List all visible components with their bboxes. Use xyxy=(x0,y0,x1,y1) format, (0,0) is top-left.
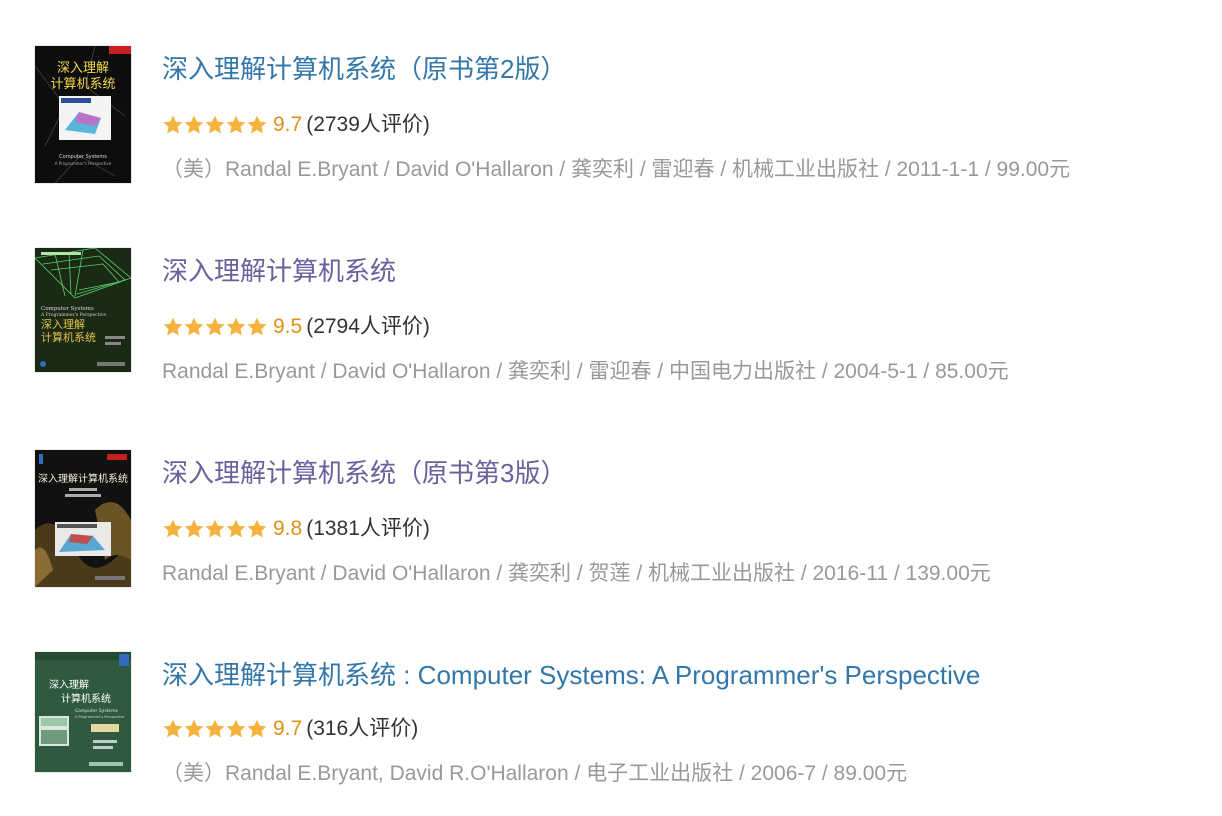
star-icon xyxy=(226,115,246,134)
book-title-link[interactable]: 深入理解计算机系统（原书第3版） xyxy=(162,457,566,489)
star-icon xyxy=(163,317,183,336)
star-icon xyxy=(247,317,267,336)
star-icon xyxy=(205,317,225,336)
star-icon xyxy=(205,519,225,538)
book-cover-image: 深入理解 计算机系统 Computer Systems A Programmer… xyxy=(35,652,131,772)
star-icon xyxy=(226,519,246,538)
book-cover-image: 深入理解计算机系统 xyxy=(35,450,131,587)
star-icon xyxy=(184,115,204,134)
rating-score: 9.5 xyxy=(273,315,303,338)
svg-text:计算机系统: 计算机系统 xyxy=(41,330,96,344)
svg-text:深入理解计算机系统: 深入理解计算机系统 xyxy=(38,472,128,485)
star-icon xyxy=(247,719,267,738)
star-icon xyxy=(247,115,267,134)
book-item: 深入理解 计算机系统 Computer Systems A Programmer… xyxy=(0,44,1222,194)
publication-info: Randal E.Bryant / David O'Hallaron / 龚奕利… xyxy=(162,360,1009,383)
book-cover-image: 深入理解 计算机系统 Computer Systems A Programmer… xyxy=(35,46,131,183)
star-rating xyxy=(162,718,267,740)
svg-text:A Programmer's Perspective: A Programmer's Perspective xyxy=(55,161,112,166)
svg-text:Computer Systems: Computer Systems xyxy=(41,306,94,312)
star-icon xyxy=(205,719,225,738)
rating-row: 9.7 (2739人评价) xyxy=(162,112,430,138)
rating-score: 9.7 xyxy=(273,113,303,136)
star-rating xyxy=(162,316,267,338)
star-icon xyxy=(226,317,246,336)
book-cover[interactable]: Computer Systems A Programmer's Perspect… xyxy=(35,248,131,372)
star-rating xyxy=(162,518,267,540)
rating-count: (1381人评价) xyxy=(306,517,430,540)
star-icon xyxy=(226,719,246,738)
rating-row: 9.5 (2794人评价) xyxy=(162,314,430,340)
svg-text:Computer Systems: Computer Systems xyxy=(59,154,107,160)
star-icon xyxy=(163,519,183,538)
publication-info: （美）Randal E.Bryant / David O'Hallaron / … xyxy=(162,158,1071,181)
book-item: Computer Systems A Programmer's Perspect… xyxy=(0,246,1222,396)
rating-count: (316人评价) xyxy=(306,717,419,740)
star-icon xyxy=(247,519,267,538)
star-icon xyxy=(184,317,204,336)
rating-count: (2794人评价) xyxy=(306,315,430,338)
svg-text:计算机系统: 计算机系统 xyxy=(50,77,115,92)
book-cover-image: Computer Systems A Programmer's Perspect… xyxy=(35,248,131,372)
star-icon xyxy=(163,719,183,738)
star-icon xyxy=(184,719,204,738)
publication-info: Randal E.Bryant / David O'Hallaron / 龚奕利… xyxy=(162,562,991,585)
svg-text:A Programmer's Perspective: A Programmer's Perspective xyxy=(75,715,124,719)
rating-row: 9.8 (1381人评价) xyxy=(162,516,430,542)
svg-text:深入理解: 深入理解 xyxy=(49,678,89,691)
svg-text:Computer Systems: Computer Systems xyxy=(75,708,119,714)
rating-count: (2739人评价) xyxy=(306,113,430,136)
book-title-link[interactable]: 深入理解计算机系统 : Computer Systems: A Programm… xyxy=(162,659,980,691)
star-rating xyxy=(162,114,267,136)
book-item: 深入理解计算机系统 深入理解计算机系统（原书第3版） 9.8 (1381人评价)… xyxy=(0,448,1222,598)
book-title-link[interactable]: 深入理解计算机系统（原书第2版） xyxy=(162,53,566,85)
star-icon xyxy=(184,519,204,538)
star-icon xyxy=(163,115,183,134)
rating-score: 9.8 xyxy=(273,517,303,540)
book-cover[interactable]: 深入理解 计算机系统 Computer Systems A Programmer… xyxy=(35,46,131,183)
book-cover[interactable]: 深入理解 计算机系统 Computer Systems A Programmer… xyxy=(35,652,131,772)
publication-info: （美）Randal E.Bryant, David R.O'Hallaron /… xyxy=(162,762,908,785)
svg-text:计算机系统: 计算机系统 xyxy=(61,692,111,705)
star-icon xyxy=(205,115,225,134)
rating-row: 9.7 (316人评价) xyxy=(162,716,418,742)
svg-text:深入理解: 深入理解 xyxy=(57,61,109,76)
book-title-link[interactable]: 深入理解计算机系统 xyxy=(162,255,396,287)
rating-score: 9.7 xyxy=(273,717,303,740)
svg-text:深入理解: 深入理解 xyxy=(41,317,85,331)
book-cover[interactable]: 深入理解计算机系统 xyxy=(35,450,131,587)
book-item: 深入理解 计算机系统 Computer Systems A Programmer… xyxy=(0,650,1222,800)
